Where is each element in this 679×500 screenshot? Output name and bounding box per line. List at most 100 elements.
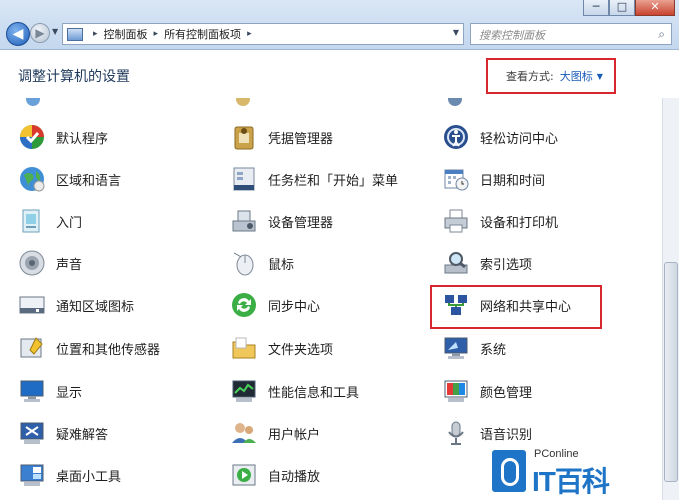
- forward-button[interactable]: ▶: [30, 23, 50, 43]
- item-system[interactable]: 系统: [442, 331, 506, 365]
- item-label: 显示: [56, 385, 83, 401]
- arrow-right-icon: ▶: [35, 26, 45, 40]
- gadgets-icon: [18, 461, 46, 489]
- ease-of-access-icon: [442, 123, 470, 151]
- search-input[interactable]: 搜索控制面板 ⌕: [470, 23, 672, 45]
- partial-icon: [448, 98, 462, 106]
- item-devices-printers[interactable]: 设备和打印机: [442, 204, 558, 238]
- item-label: 声音: [56, 257, 83, 273]
- item-label: 设备管理器: [268, 215, 334, 231]
- item-label: 入门: [56, 215, 83, 231]
- item-notification-area-icons[interactable]: 通知区域图标: [18, 288, 134, 322]
- item-default-programs[interactable]: 默认程序: [18, 120, 108, 154]
- sync-icon: [230, 291, 258, 319]
- breadcrumb-control-panel[interactable]: 控制面板: [104, 26, 148, 42]
- item-label: 用户帐户: [268, 427, 321, 443]
- vertical-scrollbar[interactable]: [662, 98, 679, 500]
- close-button[interactable]: ✕: [635, 0, 675, 16]
- credential-manager-icon: [230, 123, 258, 151]
- maximize-button[interactable]: □: [609, 0, 635, 16]
- network-highlight-box: [430, 285, 602, 329]
- item-credential-manager[interactable]: 凭据管理器: [230, 120, 333, 154]
- address-bar[interactable]: ▸ 控制面板 ▸ 所有控制面板项 ▸ ▼: [62, 23, 464, 45]
- item-label: 通知区域图标: [56, 299, 135, 315]
- microphone-icon: [442, 419, 470, 447]
- item-performance-tools[interactable]: 性能信息和工具: [230, 374, 359, 408]
- item-date-time[interactable]: 日期和时间: [442, 162, 545, 196]
- arrow-left-icon: ◀: [12, 26, 24, 42]
- users-icon: [230, 419, 258, 447]
- breadcrumb-separator-icon[interactable]: ▸: [93, 29, 98, 39]
- index-search-icon: [442, 249, 470, 277]
- address-dropdown-icon[interactable]: ▼: [453, 28, 459, 37]
- window-controls: ─ □ ✕: [583, 0, 675, 16]
- page-title: 调整计算机的设置: [18, 69, 130, 85]
- item-label: 语音识别: [480, 427, 533, 443]
- item-label: 索引选项: [480, 257, 533, 273]
- view-by-value[interactable]: 大图标: [560, 68, 593, 84]
- item-label: 同步中心: [268, 299, 321, 315]
- partial-icon: [26, 98, 40, 106]
- view-by-label: 查看方式:: [506, 70, 554, 83]
- item-taskbar-start[interactable]: 任务栏和「开始」菜单: [230, 162, 398, 196]
- back-button[interactable]: ◀: [6, 22, 30, 46]
- watermark-small-text: PConline: [534, 448, 579, 460]
- notification-area-icon: [18, 291, 46, 319]
- item-speech-recognition[interactable]: 语音识别: [442, 416, 532, 450]
- default-programs-icon: [18, 123, 46, 151]
- search-icon[interactable]: ⌕: [658, 27, 665, 42]
- item-getting-started[interactable]: 入门: [18, 204, 82, 238]
- watermark-logo: PConline IT百科: [492, 446, 662, 497]
- autoplay-icon: [230, 461, 258, 489]
- item-label: 系统: [480, 342, 507, 358]
- color-management-icon: [442, 377, 470, 405]
- chevron-down-icon[interactable]: ▼: [597, 72, 603, 81]
- item-label: 颜色管理: [480, 385, 533, 401]
- item-label: 桌面小工具: [56, 469, 122, 485]
- watermark-mark-icon: [492, 450, 526, 492]
- breadcrumb-separator-icon[interactable]: ▸: [154, 29, 159, 39]
- item-label: 鼠标: [268, 257, 295, 273]
- breadcrumb-all-items[interactable]: 所有控制面板项: [164, 26, 241, 42]
- mouse-icon: [230, 249, 258, 277]
- device-manager-icon: [230, 207, 258, 235]
- item-sync-center[interactable]: 同步中心: [230, 288, 320, 322]
- minimize-button[interactable]: ─: [583, 0, 609, 16]
- speaker-icon: [18, 249, 46, 277]
- calendar-icon: [442, 165, 470, 193]
- system-icon: [442, 334, 470, 362]
- item-label: 任务栏和「开始」菜单: [268, 173, 399, 189]
- item-label: 默认程序: [56, 131, 109, 147]
- item-ease-of-access[interactable]: 轻松访问中心: [442, 120, 558, 154]
- item-label: 性能信息和工具: [268, 385, 360, 401]
- getting-started-icon: [18, 207, 46, 235]
- item-display[interactable]: 显示: [18, 374, 82, 408]
- control-panel-icon: [67, 27, 83, 41]
- item-color-management[interactable]: 颜色管理: [442, 374, 532, 408]
- item-autoplay[interactable]: 自动播放: [230, 458, 320, 492]
- item-label: 文件夹选项: [268, 342, 334, 358]
- recent-pages-dropdown[interactable]: ▼: [52, 27, 58, 36]
- item-label: 自动播放: [268, 469, 321, 485]
- item-user-accounts[interactable]: 用户帐户: [230, 416, 320, 450]
- search-placeholder: 搜索控制面板: [479, 29, 545, 42]
- item-desktop-gadgets[interactable]: 桌面小工具: [18, 458, 121, 492]
- item-label: 位置和其他传感器: [56, 342, 161, 358]
- view-by-selector[interactable]: 查看方式: 大图标 ▼: [486, 58, 616, 94]
- breadcrumb-separator-icon[interactable]: ▸: [247, 29, 252, 39]
- item-indexing-options[interactable]: 索引选项: [442, 246, 532, 280]
- performance-icon: [230, 377, 258, 405]
- location-sensor-icon: [18, 334, 46, 362]
- item-location-sensors[interactable]: 位置和其他传感器: [18, 331, 160, 365]
- globe-icon: [18, 165, 46, 193]
- troubleshoot-icon: [18, 419, 46, 447]
- folder-icon: [230, 334, 258, 362]
- item-troubleshooting[interactable]: 疑难解答: [18, 416, 108, 450]
- taskbar-icon: [230, 165, 258, 193]
- item-region-language[interactable]: 区域和语言: [18, 162, 121, 196]
- item-mouse[interactable]: 鼠标: [230, 246, 294, 280]
- item-device-manager[interactable]: 设备管理器: [230, 204, 333, 238]
- scrollbar-thumb[interactable]: [664, 262, 678, 482]
- item-sound[interactable]: 声音: [18, 246, 82, 280]
- item-folder-options[interactable]: 文件夹选项: [230, 331, 333, 365]
